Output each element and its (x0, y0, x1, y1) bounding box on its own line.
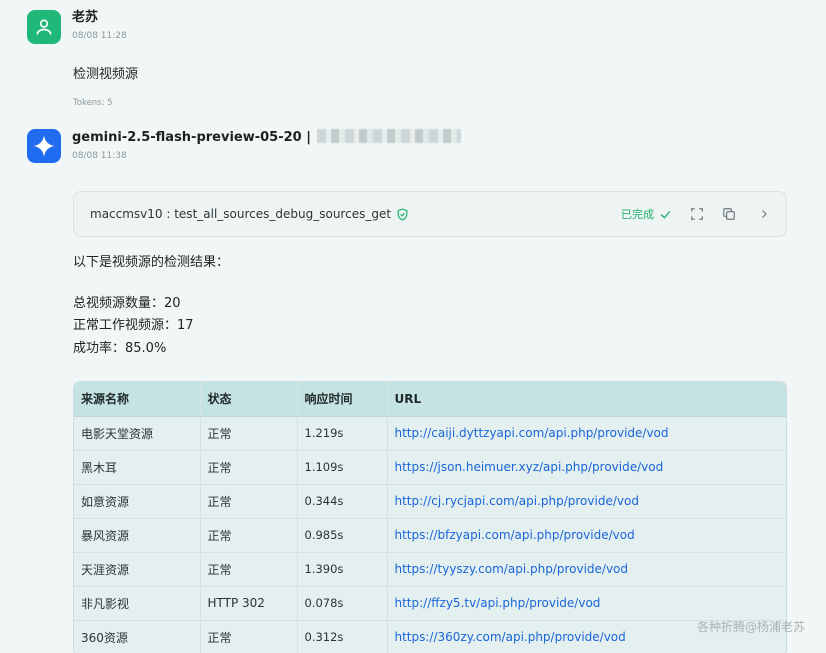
copy-icon[interactable] (722, 207, 736, 221)
watermark: 各种折腾@杨浦老苏 (696, 620, 805, 634)
cell-source-name: 如意资源 (74, 484, 201, 519)
cell-url-link[interactable]: http://caiji.dyttzyapi.com/api.php/provi… (395, 426, 669, 440)
cell-source-name: 暴风资源 (74, 518, 201, 553)
cell-response-time: 1.109s (297, 450, 388, 485)
gemini-sparkle-icon (33, 135, 55, 157)
table-row: 360资源 正常 0.312s https://360zy.com/api.ph… (74, 620, 786, 653)
check-icon (659, 208, 672, 221)
cell-source-name: 非凡影视 (74, 586, 201, 621)
summary-total: 总视频源数量：20 (73, 296, 181, 311)
cell-response-time: 0.078s (297, 586, 388, 621)
fullscreen-icon[interactable] (690, 207, 704, 221)
redacted-area (317, 129, 461, 143)
chevron-right-icon[interactable] (758, 208, 770, 220)
cell-response-time: 1.219s (297, 416, 388, 451)
cell-url-link[interactable]: http://cj.rycjapi.com/api.php/provide/vo… (395, 494, 639, 508)
column-header-url: URL (387, 382, 786, 417)
user-message-text: 检测视频源 (73, 67, 139, 82)
cell-status: 正常 (200, 518, 298, 553)
assistant-avatar (27, 129, 61, 163)
cell-response-time: 1.390s (297, 552, 388, 587)
column-header-status: 状态 (200, 382, 298, 417)
cell-url-link[interactable]: http://ffzy5.tv/api.php/provide/vod (395, 596, 601, 610)
cell-status: HTTP 302 (200, 586, 298, 621)
assistant-message-time: 08/08 11:38 (72, 151, 127, 161)
column-header-source: 来源名称 (74, 382, 201, 417)
column-header-response-time: 响应时间 (297, 382, 388, 417)
tool-call-card[interactable]: maccmsv10 : test_all_sources_debug_sourc… (73, 191, 787, 237)
table-row: 黑木耳 正常 1.109s https://json.heimuer.xyz/a… (74, 450, 786, 485)
assistant-model-name: gemini-2.5-flash-preview-05-20 | (72, 130, 311, 145)
cell-url-link[interactable]: https://tyyszy.com/api.php/provide/vod (395, 562, 629, 576)
tool-call-name: maccmsv10 : test_all_sources_debug_sourc… (90, 207, 392, 221)
cell-source-name: 360资源 (74, 620, 201, 653)
user-icon (36, 19, 52, 35)
user-message-time: 08/08 11:28 (72, 31, 127, 41)
token-count: Tokens: 5 (73, 98, 113, 108)
tool-status: 已完成 (621, 208, 654, 221)
table-header-row: 来源名称 状态 响应时间 URL (74, 382, 786, 417)
table-row: 天涯资源 正常 1.390s https://tyyszy.com/api.ph… (74, 552, 786, 587)
cell-source-name: 天涯资源 (74, 552, 201, 587)
cell-url-link[interactable]: https://bfzyapi.com/api.php/provide/vod (395, 528, 635, 542)
shield-check-icon (396, 207, 409, 221)
user-sender-name: 老苏 (72, 10, 99, 25)
chat-page: 老苏 08/08 11:28 检测视频源 Tokens: 5 gemini-2.… (0, 0, 826, 653)
cell-response-time: 0.312s (297, 620, 388, 653)
cell-status: 正常 (200, 484, 298, 519)
cell-source-name: 黑木耳 (74, 450, 201, 485)
cell-status: 正常 (200, 450, 298, 485)
results-table: 来源名称 状态 响应时间 URL 电影天堂资源 正常 1.219s http:/… (73, 381, 787, 653)
cell-status: 正常 (200, 416, 298, 451)
table-row: 如意资源 正常 0.344s http://cj.rycjapi.com/api… (74, 484, 786, 519)
cell-url-link[interactable]: https://json.heimuer.xyz/api.php/provide… (395, 460, 664, 474)
user-avatar (27, 10, 61, 44)
cell-status: 正常 (200, 620, 298, 653)
cell-source-name: 电影天堂资源 (74, 416, 201, 451)
user-message-header: 老苏 08/08 11:28 (27, 10, 127, 44)
table-row: 暴风资源 正常 0.985s https://bfzyapi.com/api.p… (74, 518, 786, 553)
assistant-message-header: gemini-2.5-flash-preview-05-20 | 08/08 1… (27, 129, 461, 163)
cell-status: 正常 (200, 552, 298, 587)
table-row: 非凡影视 HTTP 302 0.078s http://ffzy5.tv/api… (74, 586, 786, 621)
cell-url-link[interactable]: https://360zy.com/api.php/provide/vod (395, 630, 626, 644)
cell-response-time: 0.985s (297, 518, 388, 553)
table-row: 电影天堂资源 正常 1.219s http://caiji.dyttzyapi.… (74, 416, 786, 451)
summary-success-rate: 成功率：85.0% (73, 341, 167, 356)
answer-intro: 以下是视频源的检测结果： (73, 255, 230, 270)
summary-working: 正常工作视频源：17 (73, 318, 194, 333)
cell-response-time: 0.344s (297, 484, 388, 519)
